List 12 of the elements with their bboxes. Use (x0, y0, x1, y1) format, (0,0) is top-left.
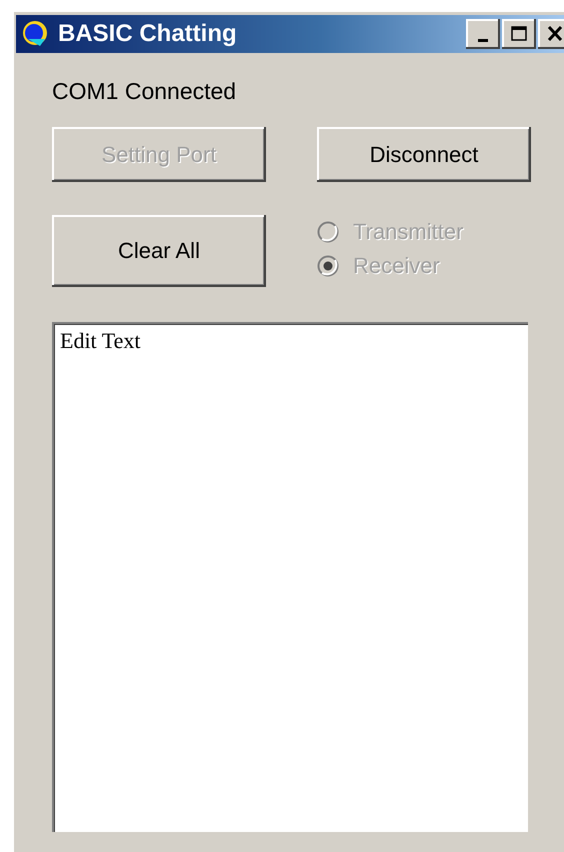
maximize-button[interactable] (502, 19, 536, 49)
maximize-icon (509, 25, 529, 43)
minimize-button[interactable] (466, 19, 500, 49)
minimize-icon (478, 38, 488, 42)
status-text: COM1 Connected (52, 78, 236, 104)
disconnect-button[interactable]: Disconnect (317, 127, 531, 182)
close-icon (545, 25, 564, 43)
globe-icon (20, 19, 50, 49)
clear-all-button[interactable]: Clear All (52, 215, 266, 287)
close-button[interactable] (538, 19, 564, 49)
message-field[interactable]: Edit Text (52, 322, 528, 832)
window-title: BASIC Chatting (58, 20, 238, 48)
